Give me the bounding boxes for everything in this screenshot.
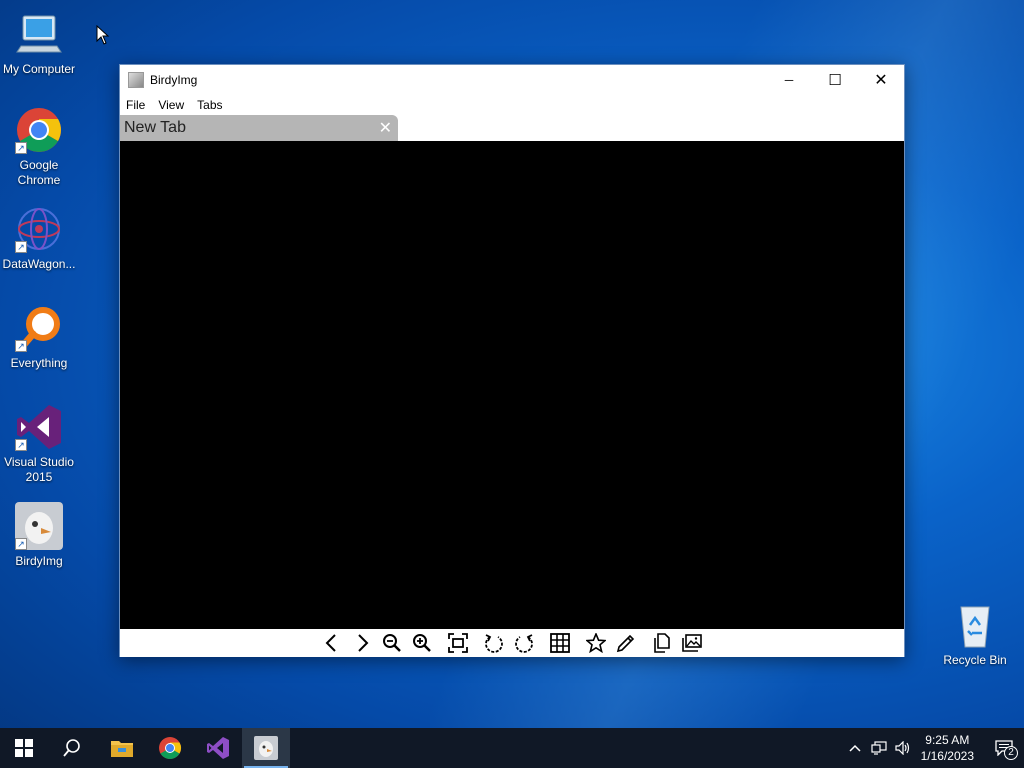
search-button[interactable] — [48, 728, 96, 768]
zoom-in-icon — [413, 634, 431, 652]
fit-to-window-icon — [448, 633, 468, 653]
grid-button[interactable] — [545, 630, 575, 656]
everything-icon: ↗ — [15, 304, 63, 352]
network-icon — [871, 741, 887, 755]
birdyimg-app-icon — [128, 72, 144, 88]
network-button[interactable] — [867, 728, 891, 768]
gallery-icon — [682, 634, 702, 652]
tab-label: New Tab — [124, 119, 186, 136]
rotate-right-button[interactable] — [509, 630, 539, 656]
next-icon — [358, 634, 369, 652]
maximize-button[interactable]: ☐ — [812, 65, 858, 95]
volume-button[interactable] — [891, 728, 915, 768]
rotate-right-icon — [515, 634, 533, 653]
desktop-icon-datawagon[interactable]: ↗ DataWagon... — [0, 205, 78, 272]
clock[interactable]: 9:25 AM 1/16/2023 — [921, 732, 974, 764]
gallery-button[interactable] — [677, 630, 707, 656]
start-icon — [15, 739, 33, 757]
birdyimg-icon — [254, 736, 278, 760]
zoom-out-button[interactable] — [377, 630, 407, 656]
zoom-out-icon — [383, 634, 401, 652]
show-hidden-icons-button[interactable] — [843, 728, 867, 768]
system-tray: 9:25 AM 1/16/2023 2 — [843, 728, 1024, 768]
desktop-icon-label: Everything — [10, 356, 68, 370]
tab-new-tab[interactable]: New Tab ✕ — [120, 115, 398, 141]
chrome-icon: ↗ — [15, 106, 63, 154]
start-button[interactable] — [0, 728, 48, 768]
desktop-icon-google-chrome[interactable]: ↗ Google Chrome — [0, 106, 78, 188]
image-viewer-canvas[interactable] — [120, 141, 904, 629]
favorite-button[interactable] — [581, 630, 611, 656]
taskbar-visual-studio-button[interactable] — [194, 728, 242, 768]
rotate-left-button[interactable] — [479, 630, 509, 656]
favorite-star-icon — [586, 633, 606, 653]
grid-icon — [550, 633, 570, 653]
menu-file[interactable]: File — [126, 98, 145, 112]
edit-pencil-icon — [616, 634, 635, 653]
taskbar: 9:25 AM 1/16/2023 2 — [0, 728, 1024, 768]
zoom-in-button[interactable] — [407, 630, 437, 656]
close-button[interactable]: ✕ — [858, 65, 904, 95]
desktop-icon-everything[interactable]: ↗ Everything — [0, 304, 78, 371]
chevron-up-icon — [849, 744, 861, 752]
desktop-icon-visual-studio[interactable]: ↗ Visual Studio 2015 — [0, 403, 78, 485]
tab-close-icon[interactable]: ✕ — [379, 118, 392, 138]
desktop-icon-label: Recycle Bin — [943, 653, 1007, 667]
tab-strip: New Tab ✕ — [120, 115, 904, 141]
recycle-bin-icon — [951, 601, 999, 649]
menu-bar: File View Tabs — [120, 95, 904, 115]
desktop-icon-label: BirdyImg — [15, 554, 63, 568]
mouse-cursor-icon — [96, 24, 110, 50]
window-title: BirdyImg — [150, 73, 198, 87]
birdyimg-icon: ↗ — [15, 502, 63, 550]
previous-icon — [325, 634, 336, 652]
taskbar-birdyimg-button[interactable] — [242, 728, 290, 768]
edit-button[interactable] — [611, 630, 641, 656]
previous-button[interactable] — [317, 630, 347, 656]
volume-icon — [895, 741, 909, 755]
menu-tabs[interactable]: Tabs — [197, 98, 222, 112]
close-icon: ✕ — [874, 72, 888, 89]
minimize-icon: ─ — [784, 73, 794, 87]
visual-studio-icon — [207, 737, 229, 759]
fit-to-window-button[interactable] — [443, 630, 473, 656]
birdyimg-window[interactable]: BirdyImg ─ ☐ ✕ File View Tabs New Tab ✕ — [119, 64, 905, 657]
desktop-icon-birdyimg[interactable]: ↗ BirdyImg — [0, 502, 78, 569]
file-explorer-icon — [111, 741, 133, 757]
rotate-left-icon — [485, 634, 503, 653]
visual-studio-icon: ↗ — [15, 403, 63, 451]
desktop-icon-my-computer[interactable]: My Computer — [0, 10, 78, 77]
next-button[interactable] — [347, 630, 377, 656]
maximize-icon: ☐ — [828, 72, 842, 89]
action-center-button[interactable]: 2 — [984, 728, 1024, 768]
clock-date: 1/16/2023 — [920, 749, 974, 763]
search-icon — [63, 739, 80, 757]
viewer-toolbar — [120, 629, 904, 657]
desktop-icon-label: DataWagon... — [2, 257, 76, 271]
minimize-button[interactable]: ─ — [766, 65, 812, 95]
chrome-icon — [159, 737, 181, 759]
desktop-icon-label: My Computer — [2, 62, 76, 76]
taskbar-chrome-button[interactable] — [146, 728, 194, 768]
clock-time: 9:25 AM — [925, 733, 970, 747]
file-explorer-button[interactable] — [98, 728, 146, 768]
datawagon-icon: ↗ — [15, 205, 63, 253]
desktop-icon-label: Visual Studio 2015 — [4, 455, 74, 484]
notification-count-badge: 2 — [1004, 746, 1018, 760]
menu-view[interactable]: View — [158, 98, 184, 112]
desktop-icon-label: Google Chrome — [17, 158, 61, 187]
window-titlebar[interactable]: BirdyImg ─ ☐ ✕ — [120, 65, 904, 95]
copy-icon — [654, 633, 670, 653]
desktop-icon-recycle-bin[interactable]: Recycle Bin — [936, 601, 1014, 668]
computer-icon — [15, 10, 63, 58]
copy-button[interactable] — [647, 630, 677, 656]
